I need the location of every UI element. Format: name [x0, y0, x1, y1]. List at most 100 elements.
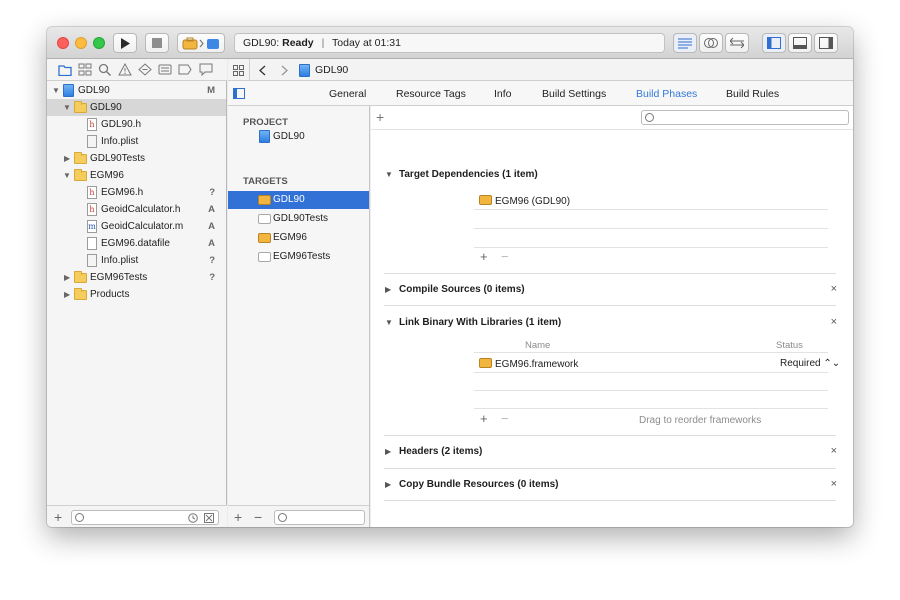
disclosure-closed-icon[interactable]: ▶ — [385, 285, 399, 294]
related-items-icon[interactable] — [233, 65, 244, 76]
run-button[interactable] — [113, 33, 137, 53]
assistant-editor-button[interactable] — [699, 33, 723, 53]
recent-files-icon[interactable] — [188, 513, 198, 523]
nav-row-label: GDL90 — [78, 85, 110, 96]
toggle-debug-area-button[interactable] — [788, 33, 812, 53]
toggle-debug-icon — [793, 37, 807, 49]
nav-row-file[interactable]: Info.plist — [47, 133, 226, 150]
navigator-filter-input[interactable] — [71, 510, 219, 525]
disclosure-closed-icon[interactable]: ▶ — [385, 480, 399, 489]
delete-phase-button[interactable]: × — [831, 283, 837, 295]
add-library-button[interactable]: + — [480, 411, 488, 426]
library-status-popup[interactable]: Required ⌃⌄ — [780, 358, 840, 369]
tab-resource-tags[interactable]: Resource Tags — [396, 88, 466, 100]
phase-divider — [384, 273, 836, 274]
phase-target-dependencies-header[interactable]: ▼ Target Dependencies (1 item) — [385, 169, 538, 180]
add-file-button[interactable]: + — [54, 509, 62, 525]
toggle-utilities-button[interactable] — [814, 33, 838, 53]
delete-phase-button[interactable]: × — [831, 316, 837, 328]
breakpoint-navigator-icon[interactable] — [178, 63, 192, 76]
zoom-window-button[interactable] — [93, 37, 105, 49]
minimize-window-button[interactable] — [75, 37, 87, 49]
column-header-name[interactable]: Name — [525, 340, 550, 351]
remove-target-button[interactable]: − — [254, 509, 262, 525]
report-navigator-icon[interactable] — [199, 63, 213, 76]
tab-general[interactable]: General — [329, 88, 366, 100]
test-navigator-icon[interactable] — [138, 63, 152, 76]
status-time: Today at 01:31 — [332, 37, 401, 49]
targets-section-header: TARGETS — [243, 176, 288, 187]
nav-row-group-gdl90[interactable]: ▼ GDL90 — [47, 99, 226, 116]
add-dependency-button[interactable]: + — [480, 249, 488, 264]
nav-row-file[interactable]: m GeoidCalculator.m A — [47, 218, 226, 235]
target-row-egm96[interactable]: EGM96 — [228, 229, 369, 247]
disclosure-closed-icon[interactable]: ▶ — [64, 269, 73, 286]
project-row[interactable]: GDL90 — [228, 128, 369, 146]
nav-row-group[interactable]: ▶ EGM96Tests ? — [47, 269, 226, 286]
stop-button[interactable] — [145, 33, 169, 53]
scm-filter-icon[interactable] — [204, 513, 214, 523]
table-line — [474, 209, 828, 210]
nav-row-file[interactable]: h GeoidCalculator.h A — [47, 201, 226, 218]
phase-headers-header[interactable]: ▶ Headers (2 items) — [385, 446, 482, 457]
symbol-navigator-icon[interactable] — [78, 63, 92, 76]
build-phases-filter-input[interactable] — [641, 110, 849, 125]
targets-footer: + − — [228, 505, 369, 527]
column-header-status[interactable]: Status — [776, 340, 803, 351]
nav-row-file[interactable]: h GDL90.h — [47, 116, 226, 133]
targets-filter-input[interactable] — [274, 510, 365, 525]
test-target-icon — [258, 252, 271, 262]
nav-row-project-gdl90[interactable]: ▼ GDL90 M — [47, 82, 226, 99]
disclosure-open-icon[interactable]: ▼ — [63, 99, 72, 116]
nav-row-file[interactable]: Info.plist ? — [47, 252, 226, 269]
scm-status-badge: ? — [209, 255, 215, 266]
run-icon — [121, 37, 130, 49]
disclosure-closed-icon[interactable]: ▶ — [385, 447, 399, 456]
phase-copy-bundle-resources-header[interactable]: ▶ Copy Bundle Resources (0 items) — [385, 479, 558, 490]
scheme-selector[interactable] — [177, 33, 225, 53]
disclosure-open-icon[interactable]: ▼ — [385, 318, 399, 327]
nav-row-file[interactable]: h EGM96.h ? — [47, 184, 226, 201]
nav-row-group[interactable]: ▶ GDL90Tests — [47, 150, 226, 167]
tab-build-rules[interactable]: Build Rules — [726, 88, 779, 100]
add-target-button[interactable]: + — [234, 509, 242, 525]
tab-info[interactable]: Info — [494, 88, 512, 100]
disclosure-open-icon[interactable]: ▼ — [63, 167, 72, 184]
folder-icon — [74, 169, 87, 181]
remove-dependency-button[interactable]: − — [501, 249, 509, 264]
warning-icon[interactable] — [118, 63, 132, 76]
dependency-item[interactable]: EGM96 (GDL90) — [479, 194, 570, 207]
debug-navigator-icon[interactable] — [158, 63, 172, 76]
forward-chevron-icon[interactable] — [281, 65, 288, 76]
back-chevron-icon[interactable] — [259, 65, 266, 76]
tab-build-settings[interactable]: Build Settings — [542, 88, 606, 100]
table-line — [474, 352, 828, 353]
delete-phase-button[interactable]: × — [831, 478, 837, 490]
project-section-header: PROJECT — [243, 117, 288, 128]
phase-compile-sources-header[interactable]: ▶ Compile Sources (0 items) — [385, 284, 525, 295]
nav-row-group[interactable]: ▶ Products — [47, 286, 226, 303]
disclosure-closed-icon[interactable]: ▶ — [64, 150, 73, 167]
folder-icon[interactable] — [58, 63, 72, 76]
toggle-targets-list-icon[interactable] — [233, 88, 245, 99]
standard-editor-button[interactable] — [673, 33, 697, 53]
jump-bar-project[interactable]: GDL90 — [315, 64, 348, 76]
disclosure-closed-icon[interactable]: ▶ — [64, 286, 73, 303]
remove-library-button[interactable]: − — [501, 411, 509, 426]
phase-link-binary-header[interactable]: ▼ Link Binary With Libraries (1 item) — [385, 317, 561, 328]
target-row-gdl90tests[interactable]: GDL90Tests — [228, 210, 369, 228]
toggle-navigator-button[interactable] — [762, 33, 786, 53]
nav-row-file[interactable]: EGM96.datafile A — [47, 235, 226, 252]
add-build-phase-button[interactable]: + — [376, 109, 384, 125]
version-editor-button[interactable] — [725, 33, 749, 53]
disclosure-open-icon[interactable]: ▼ — [385, 170, 399, 179]
target-row-gdl90[interactable]: GDL90 — [228, 191, 369, 209]
nav-row-group[interactable]: ▼ EGM96 — [47, 167, 226, 184]
delete-phase-button[interactable]: × — [831, 445, 837, 457]
close-window-button[interactable] — [57, 37, 69, 49]
tab-build-phases[interactable]: Build Phases — [636, 88, 697, 100]
disclosure-open-icon[interactable]: ▼ — [52, 82, 61, 99]
target-row-egm96tests[interactable]: EGM96Tests — [228, 248, 369, 266]
search-icon[interactable] — [98, 63, 112, 76]
library-item[interactable]: EGM96.framework — [479, 357, 578, 370]
